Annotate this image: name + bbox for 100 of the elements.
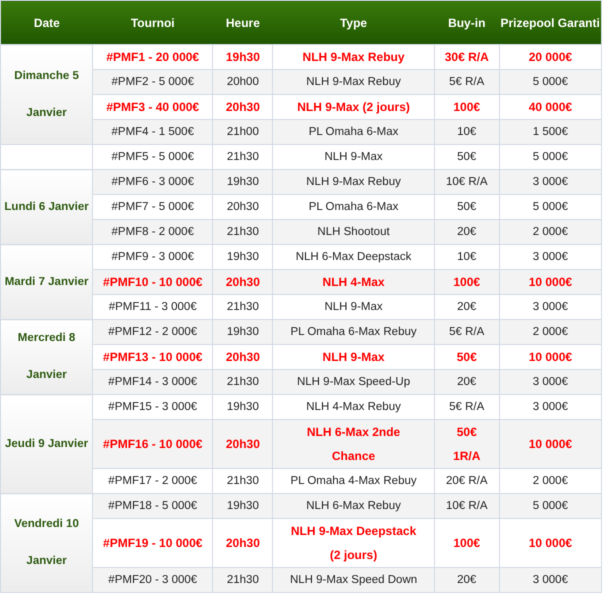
table-cell: 3 000€ <box>499 568 602 592</box>
table-cell: 5€ R/A <box>434 320 500 344</box>
table-cell: NLH 6-Max Deepstack <box>272 244 434 270</box>
table-cell: 100€ <box>434 94 500 120</box>
table-cell: NLH 9-Max <box>272 344 434 370</box>
table-cell: #PMF15 - 3 000€ <box>92 394 213 420</box>
table-cell: 3 000€ <box>499 394 602 420</box>
table-cell: 5€ R/A <box>434 394 500 420</box>
table-cell: 10€ <box>434 244 500 270</box>
date-cell: Mardi 7 Janvier <box>0 244 93 320</box>
table-cell: #PMF12 - 2 000€ <box>92 320 213 344</box>
table-cell: 100€ <box>434 270 500 294</box>
table-cell: 5€ R/A <box>434 70 500 94</box>
table-cell: 21h00 <box>212 120 273 144</box>
table-cell: NLH 6-Max Rebuy <box>272 494 434 518</box>
table-cell: 20€ <box>434 220 500 244</box>
table-cell: #PMF14 - 3 000€ <box>92 370 213 394</box>
table-cell: 20 000€ <box>499 44 602 70</box>
table-cell: 50€ <box>434 344 500 370</box>
table-cell: PL Omaha 6-Max Rebuy <box>272 320 434 344</box>
table-cell: PL Omaha 4-Max Rebuy <box>272 468 434 494</box>
table-cell: PL Omaha 6-Max <box>272 194 434 220</box>
date-cell: Mercredi 8 Janvier <box>0 320 93 394</box>
table-cell: #PMF9 - 3 000€ <box>92 244 213 270</box>
table-cell: 10€ R/A <box>434 170 500 194</box>
table-cell: 100€ <box>434 518 500 568</box>
date-cell: Dimanche 5 Janvier <box>0 44 93 144</box>
table-cell: 10€ <box>434 120 500 144</box>
table-cell: 20h30 <box>212 518 273 568</box>
table-cell: #PMF6 - 3 000€ <box>92 170 213 194</box>
table-cell: 10 000€ <box>499 420 602 468</box>
table-cell: 20€ <box>434 568 500 592</box>
table-cell: 21h30 <box>212 568 273 592</box>
table-cell: #PMF5 - 5 000€ <box>92 144 213 170</box>
table-cell: 3 000€ <box>499 294 602 320</box>
table-cell: 2 000€ <box>499 468 602 494</box>
table-cell: #PMF20 - 3 000€ <box>92 568 213 592</box>
table-cell: NLH 9-Max Rebuy <box>272 70 434 94</box>
table-cell: 20€ R/A <box>434 468 500 494</box>
table-cell: NLH Shootout <box>272 220 434 244</box>
table-cell: 10 000€ <box>499 270 602 294</box>
table-cell: NLH 9-Max Speed Down <box>272 568 434 592</box>
table-cell: #PMF18 - 5 000€ <box>92 494 213 518</box>
table-cell: #PMF4 - 1 500€ <box>92 120 213 144</box>
table-cell: 50€ 1R/A <box>434 420 500 468</box>
table-cell: 3 000€ <box>499 244 602 270</box>
table-cell: 19h30 <box>212 320 273 344</box>
table-cell: 3 000€ <box>499 170 602 194</box>
table-cell: 5 000€ <box>499 70 602 94</box>
table-cell: 20h30 <box>212 94 273 120</box>
table-cell: 19h30 <box>212 394 273 420</box>
table-cell: NLH 9-Max (2 jours) <box>272 94 434 120</box>
table-cell: NLH 4-Max Rebuy <box>272 394 434 420</box>
table-cell: NLH 9-Max Rebuy <box>272 44 434 70</box>
table-cell: 30€ R/A <box>434 44 500 70</box>
column-header: Type <box>272 0 434 44</box>
table-cell: #PMF10 - 10 000€ <box>92 270 213 294</box>
table-cell: #PMF3 - 40 000€ <box>92 94 213 120</box>
column-header: Tournoi <box>92 0 213 44</box>
table-cell: 10€ R/A <box>434 494 500 518</box>
table-cell: 5 000€ <box>499 494 602 518</box>
table-cell: 20h30 <box>212 194 273 220</box>
table-cell: #PMF19 - 10 000€ <box>92 518 213 568</box>
column-header: Buy-in <box>434 0 500 44</box>
column-header: Prizepool Garanti <box>499 0 602 44</box>
column-header: Date <box>0 0 93 44</box>
table-cell: 19h30 <box>212 244 273 270</box>
date-cell: Vendredi 10 Janvier <box>0 494 93 592</box>
table-cell: #PMF1 - 20 000€ <box>92 44 213 70</box>
table-cell: 20h30 <box>212 270 273 294</box>
table-cell: 2 000€ <box>499 320 602 344</box>
table-cell: 20h30 <box>212 420 273 468</box>
table-cell: 20€ <box>434 370 500 394</box>
table-cell: NLH 9-Max <box>272 294 434 320</box>
table-cell: 10 000€ <box>499 518 602 568</box>
table-cell: 20h30 <box>212 344 273 370</box>
table-cell: NLH 9-Max Rebuy <box>272 170 434 194</box>
table-cell: 10 000€ <box>499 344 602 370</box>
table-cell: 2 000€ <box>499 220 602 244</box>
table-cell: 21h30 <box>212 144 273 170</box>
table-cell: 1 500€ <box>499 120 602 144</box>
table-cell: 40 000€ <box>499 94 602 120</box>
table-cell: #PMF13 - 10 000€ <box>92 344 213 370</box>
table-cell: #PMF16 - 10 000€ <box>92 420 213 468</box>
table-cell: 21h30 <box>212 220 273 244</box>
table-cell: 5 000€ <box>499 194 602 220</box>
column-header: Heure <box>212 0 273 44</box>
table-cell: 5 000€ <box>499 144 602 170</box>
date-cell: Lundi 6 Janvier <box>0 170 93 244</box>
table-cell: PL Omaha 6-Max <box>272 120 434 144</box>
table-cell: 50€ <box>434 144 500 170</box>
table-cell: 19h30 <box>212 170 273 194</box>
table-cell: #PMF7 - 5 000€ <box>92 194 213 220</box>
table-cell: NLH 9-Max <box>272 144 434 170</box>
table-cell: NLH 9-Max Deepstack (2 jours) <box>272 518 434 568</box>
table-cell: #PMF2 - 5 000€ <box>92 70 213 94</box>
table-cell: 21h30 <box>212 294 273 320</box>
table-cell: 3 000€ <box>499 370 602 394</box>
table-cell: #PMF8 - 2 000€ <box>92 220 213 244</box>
table-cell: 20h00 <box>212 70 273 94</box>
